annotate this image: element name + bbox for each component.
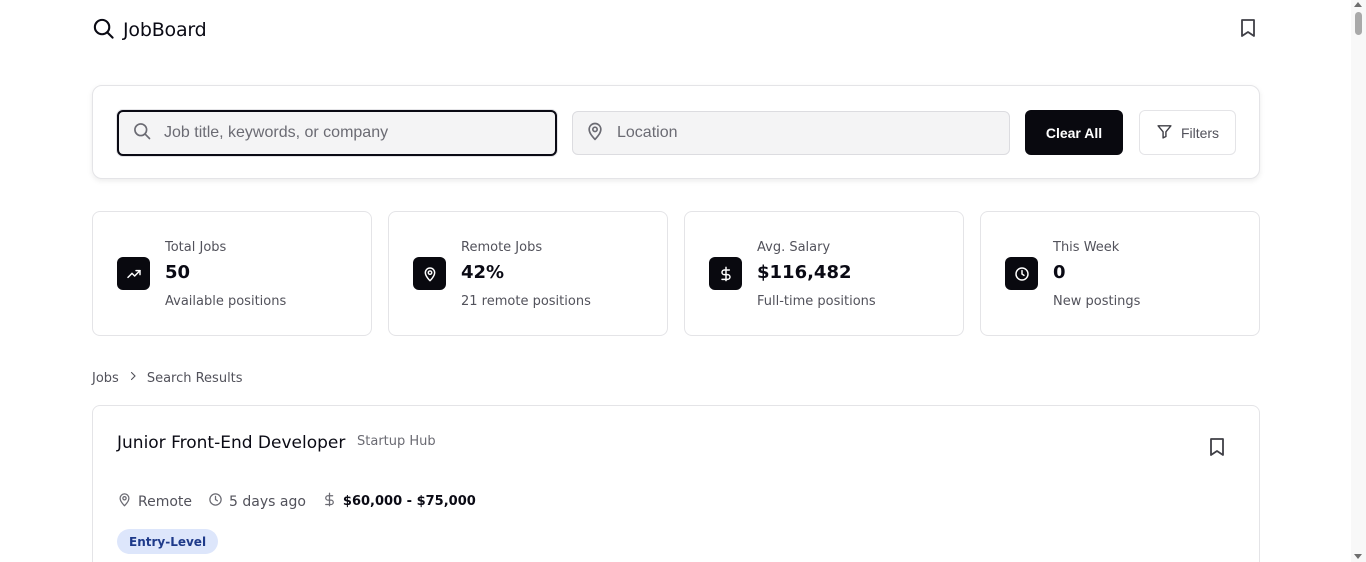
job-company: Startup Hub [357,434,436,449]
stat-card-this-week: This Week 0 New postings [980,211,1260,336]
clear-all-button[interactable]: Clear All [1025,110,1123,155]
bookmark-icon [1208,437,1226,461]
stat-subtext: New postings [1053,294,1141,309]
stat-value: 0 [1053,262,1066,283]
job-salary-text: $60,000 - $75,000 [342,494,476,509]
trending-up-icon [117,257,150,290]
job-location: Remote [117,492,192,511]
stat-card-remote-jobs: Remote Jobs 42% 21 remote positions [388,211,668,336]
job-salary: $60,000 - $75,000 [322,492,476,511]
stat-subtext: 21 remote positions [461,294,591,309]
job-level-badge: Entry-Level [117,529,219,554]
bookmark-job-button[interactable] [1205,437,1229,461]
breadcrumb-jobs-link[interactable]: Jobs [92,371,119,386]
saved-jobs-button[interactable] [1236,18,1260,42]
stat-label: Avg. Salary [757,240,831,255]
keyword-search-input[interactable] [164,112,555,154]
clock-icon [208,492,223,511]
stat-value: 50 [165,262,191,283]
breadcrumb: Jobs Search Results [92,370,243,386]
stat-value: $116,482 [757,262,852,283]
app-title: JobBoard [123,19,207,41]
keyword-search-wrapper [117,110,557,156]
chevron-right-icon [127,370,139,386]
job-title[interactable]: Junior Front-End Developer [117,433,345,453]
brand[interactable]: JobBoard [92,17,207,44]
dollar-icon [322,492,337,511]
stat-subtext: Full-time positions [757,294,876,309]
map-pin-icon [585,121,605,145]
stat-label: Remote Jobs [461,240,543,255]
search-icon [92,17,115,44]
scroll-up-arrow-icon[interactable] [1354,2,1362,7]
job-location-text: Remote [138,493,193,510]
scrollbar-thumb[interactable] [1355,12,1362,35]
job-meta: Remote 5 days ago $60,000 - $75,000 [117,492,492,511]
job-posted-text: 5 days ago [229,493,306,510]
clock-icon [1005,257,1038,290]
filters-button[interactable]: Filters [1139,110,1236,155]
page-scrollbar[interactable] [1351,0,1366,562]
location-search-wrapper [572,111,1010,155]
dollar-icon [709,257,742,290]
stat-card-total-jobs: Total Jobs 50 Available positions [92,211,372,336]
stat-subtext: Available positions [165,294,287,309]
app-header: JobBoard [92,16,1260,44]
bookmark-icon [1239,18,1257,42]
map-pin-icon [413,257,446,290]
map-pin-icon [117,492,132,511]
filters-label: Filters [1180,124,1220,141]
location-input[interactable] [617,112,1009,154]
scroll-down-arrow-icon[interactable] [1354,554,1362,559]
stats-row: Total Jobs 50 Available positions Remote… [92,211,1260,336]
search-panel: Clear All Filters [92,85,1260,179]
stat-value: 42% [461,262,505,283]
job-card[interactable]: Junior Front-End Developer Startup Hub R… [92,405,1260,562]
stat-label: This Week [1053,240,1120,255]
stat-card-avg-salary: Avg. Salary $116,482 Full-time positions [684,211,964,336]
filter-icon [1156,123,1173,143]
search-icon [132,121,152,145]
job-posted: 5 days ago [208,492,306,511]
stat-label: Total Jobs [165,240,227,255]
breadcrumb-current: Search Results [146,370,243,386]
